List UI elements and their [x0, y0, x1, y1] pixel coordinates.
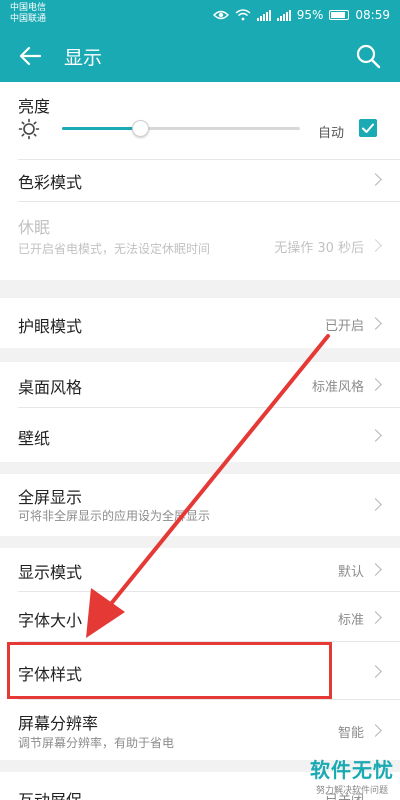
item-subtitle: 可将非全屏显示的应用设为全屏显示 — [18, 509, 211, 523]
item-subtitle: 调节屏幕分辨率，有助于省电 — [18, 736, 175, 750]
item-value: 标准 — [337, 613, 364, 628]
brightness-sun-icon — [18, 118, 40, 140]
brightness-slider-thumb[interactable] — [132, 120, 149, 137]
settings-item-color-mode[interactable]: 色彩模式 — [0, 160, 400, 202]
item-value: 已开启 — [324, 319, 364, 334]
page-title: 显示 — [64, 47, 103, 69]
chevron-right-icon — [369, 429, 382, 442]
item-value: 无操作 30 秒后 — [274, 241, 364, 256]
search-icon[interactable] — [354, 42, 382, 70]
chevron-right-icon — [369, 239, 382, 252]
settings-item-wallpaper[interactable]: 壁纸 — [0, 408, 400, 462]
item-label: 色彩模式 — [18, 173, 83, 192]
item-label: 字体大小 — [18, 611, 83, 630]
status-bar: 中国电信 中国联通 95% 08:59 — [0, 0, 400, 30]
item-label: 屏幕分辨率 — [18, 714, 99, 733]
item-label: 互动屏保 — [18, 787, 82, 800]
settings-item-font-size[interactable]: 字体大小 标准 — [0, 592, 400, 642]
chevron-right-icon — [369, 378, 382, 391]
watermark-logo: 软件无忧 努力解决软件问题 — [310, 754, 394, 796]
auto-brightness-label: 自动 — [318, 126, 345, 141]
settings-item-fullscreen[interactable]: 全屏显示 可将非全屏显示的应用设为全屏显示 — [0, 474, 400, 536]
chevron-right-icon — [369, 173, 382, 186]
settings-item-resolution[interactable]: 屏幕分辨率 调节屏幕分辨率，有助于省电 智能 — [0, 700, 400, 760]
signal-2-icon — [276, 9, 291, 21]
settings-item-sleep: 休眠 已开启省电模式，无法设定休眠时间 无操作 30 秒后 — [0, 202, 400, 280]
app-bar: 显示 — [0, 30, 400, 82]
settings-item-display-mode[interactable]: 显示模式 默认 — [0, 548, 400, 592]
chevron-right-icon — [369, 665, 382, 678]
watermark-main: 软件无忧 — [310, 758, 394, 782]
brightness-slider-fill — [62, 127, 141, 130]
check-icon — [362, 123, 374, 133]
wifi-icon — [235, 9, 251, 21]
chevron-right-icon — [369, 724, 382, 737]
chevron-right-icon — [369, 563, 382, 576]
battery-percent: 95% — [296, 8, 324, 22]
chevron-right-icon — [369, 317, 382, 330]
settings-item-eye-comfort[interactable]: 护眼模式 已开启 — [0, 298, 400, 348]
watermark-sub: 努力解决软件问题 — [315, 786, 388, 796]
eye-comfort-icon — [212, 10, 229, 20]
brightness-label: 亮度 — [18, 97, 51, 116]
item-subtitle: 已开启省电模式，无法设定休眠时间 — [18, 242, 211, 256]
item-value: 标准风格 — [311, 380, 364, 395]
battery-icon — [329, 10, 350, 20]
back-arrow-icon[interactable] — [16, 42, 44, 70]
item-label: 全屏显示 — [18, 488, 83, 507]
item-value: 默认 — [337, 565, 364, 580]
item-label: 显示模式 — [18, 563, 83, 582]
settings-item-home-style[interactable]: 桌面风格 标准风格 — [0, 362, 400, 408]
brightness-slider[interactable] — [62, 127, 300, 130]
brightness-section: 亮度 — [0, 82, 400, 160]
carrier-1: 中国电信 — [10, 3, 47, 13]
carrier-2: 中国联通 — [10, 14, 47, 24]
item-value: 智能 — [337, 726, 364, 741]
item-label: 护眼模式 — [18, 317, 83, 336]
chevron-right-icon — [369, 498, 382, 511]
chevron-right-icon — [369, 611, 382, 624]
carrier-info: 中国电信 中国联通 — [10, 3, 46, 25]
auto-brightness-checkbox[interactable] — [359, 119, 377, 137]
highlight-box — [7, 642, 332, 699]
clock: 08:59 — [355, 8, 390, 22]
item-label: 桌面风格 — [18, 378, 83, 397]
item-label: 休眠 — [18, 218, 51, 237]
item-label: 壁纸 — [18, 429, 51, 448]
status-icons: 95% 08:59 — [212, 6, 390, 24]
signal-1-icon — [256, 9, 271, 21]
